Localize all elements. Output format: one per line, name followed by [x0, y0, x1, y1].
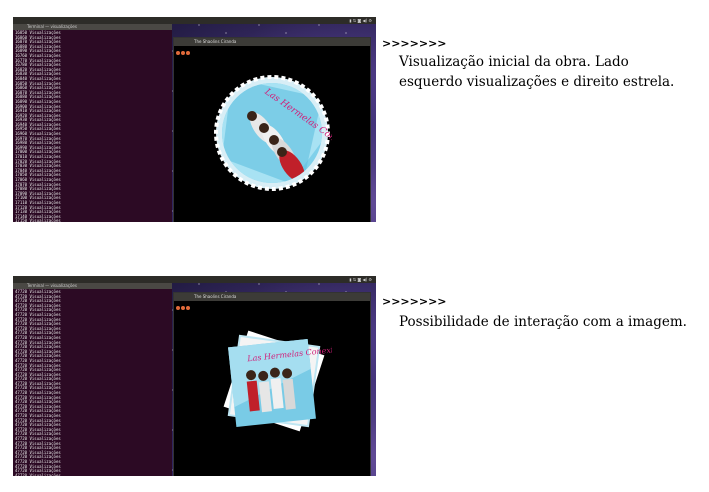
caption-interaction-view: Possibilidade de interação com a imagem.	[399, 314, 687, 330]
rotated-artwork[interactable]: Las Hermelas Conexion	[212, 323, 332, 443]
gl-window-title: The Shaolins Ciranda	[174, 293, 370, 301]
caption-initial-view: Visualização inicial da obra. Lado esque…	[399, 54, 675, 90]
terminal-output: 16850 Visualizações 16860 Visualizações 16…	[13, 30, 172, 222]
window-controls[interactable]	[176, 295, 191, 314]
arrow-marker-1: >>>>>>>	[382, 37, 447, 50]
panel-status-icons: ▮ ⇅ ◙ ◀) ⚙	[349, 18, 372, 23]
terminal-output: 47720 Visualizações 47720 Visualizações 47…	[13, 289, 172, 476]
gl-window[interactable]: The Shaolins Ciranda Las Hermelas Conexi…	[173, 37, 371, 222]
star-artwork[interactable]: Las Hermelas Conexion	[212, 68, 332, 208]
top-panel: ▮ ⇅ ◙ ◀) ⚙	[13, 276, 376, 283]
terminal-line: 17150 Visualizações	[15, 218, 61, 222]
top-panel: ▮ ⇅ ◙ ◀) ⚙	[13, 17, 376, 24]
gl-window-title: The Shaolins Ciranda	[174, 38, 370, 46]
terminal-window[interactable]: Terminal — visualizações 47720 Visualiza…	[13, 283, 172, 476]
terminal-line: 47720 Visualizações	[15, 472, 61, 476]
screenshot-interaction-view: ▮ ⇅ ◙ ◀) ⚙ Terminal — visualizações 4772…	[13, 276, 376, 476]
window-controls[interactable]	[176, 40, 191, 59]
screenshot-initial-view: ▮ ⇅ ◙ ◀) ⚙ Terminal — visualizações 1685…	[13, 17, 376, 222]
arrow-marker-2: >>>>>>>	[382, 295, 447, 308]
panel-status-icons: ▮ ⇅ ◙ ◀) ⚙	[349, 277, 372, 282]
terminal-window[interactable]: Terminal — visualizações 16850 Visualiza…	[13, 24, 172, 222]
gl-window[interactable]: The Shaolins Ciranda Las Hermelas Conexi…	[173, 292, 371, 476]
